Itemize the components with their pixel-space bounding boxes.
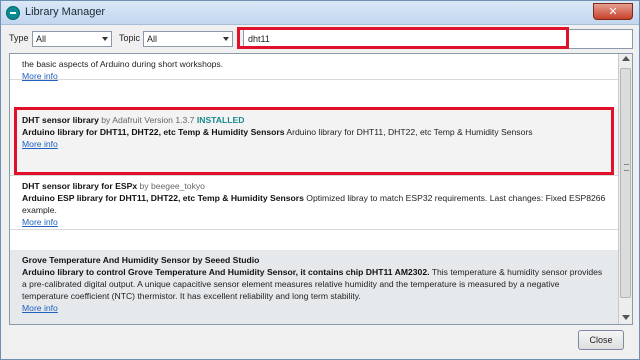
library-author-version: by Adafruit Version 1.3.7	[101, 115, 195, 125]
filter-bar: Type All Topic All dht11	[9, 29, 633, 49]
library-author: by Seeed Studio	[192, 255, 260, 265]
list-item[interactable]: Grove Temperature And Humidity Sensor by…	[10, 250, 619, 324]
topic-select[interactable]: All	[143, 31, 233, 47]
scrollbar-thumb[interactable]	[620, 68, 631, 298]
title-bar[interactable]: Library Manager ✕	[1, 1, 639, 25]
library-summary: Arduino library to control Grove Tempera…	[22, 267, 430, 277]
more-info-link[interactable]: More info	[22, 138, 607, 150]
window-title: Library Manager	[25, 6, 106, 18]
type-select[interactable]: All	[32, 31, 112, 47]
topic-label: Topic	[119, 33, 141, 43]
arduino-icon	[6, 6, 20, 20]
grip-icon	[624, 164, 629, 171]
chevron-down-icon	[102, 37, 108, 41]
search-input[interactable]: dht11	[243, 29, 633, 49]
more-info-link[interactable]: More info	[22, 70, 607, 82]
scroll-down-icon[interactable]	[622, 315, 630, 320]
library-name: DHT sensor library for ESPx	[22, 181, 138, 191]
more-info-link[interactable]: More info	[22, 216, 607, 228]
type-label: Type	[9, 33, 29, 43]
close-button[interactable]: Close	[578, 330, 624, 350]
chevron-down-icon	[223, 37, 229, 41]
library-description: Arduino library for DHT11, DHT22, etc Te…	[286, 127, 533, 137]
library-list[interactable]: the basic aspects of Arduino during shor…	[9, 53, 633, 325]
library-summary: Arduino ESP library for DHT11, DHT22, et…	[22, 193, 304, 203]
list-item[interactable]: DHT sensor library for ESPx by beegee_to…	[10, 176, 619, 230]
library-author: by beegee_tokyo	[139, 181, 205, 191]
more-info-link[interactable]: More info	[22, 302, 607, 314]
vertical-scrollbar[interactable]	[618, 54, 632, 324]
library-summary: Arduino library for DHT11, DHT22, etc Te…	[22, 127, 285, 137]
window-close-button[interactable]: ✕	[593, 3, 633, 20]
library-name: Grove Temperature And Humidity Sensor	[22, 255, 191, 265]
scroll-up-icon[interactable]	[622, 56, 630, 61]
library-description: the basic aspects of Arduino during shor…	[22, 59, 224, 69]
list-item[interactable]: the basic aspects of Arduino during shor…	[10, 54, 619, 82]
library-name: DHT sensor library	[22, 115, 99, 125]
type-select-value: All	[36, 34, 47, 44]
installed-badge: INSTALLED	[196, 115, 245, 125]
library-manager-window: Library Manager ✕ Type All Topic All dht…	[0, 0, 640, 360]
list-item[interactable]: DHT sensor library by Adafruit Version 1…	[10, 108, 619, 176]
topic-select-value: All	[147, 34, 158, 44]
